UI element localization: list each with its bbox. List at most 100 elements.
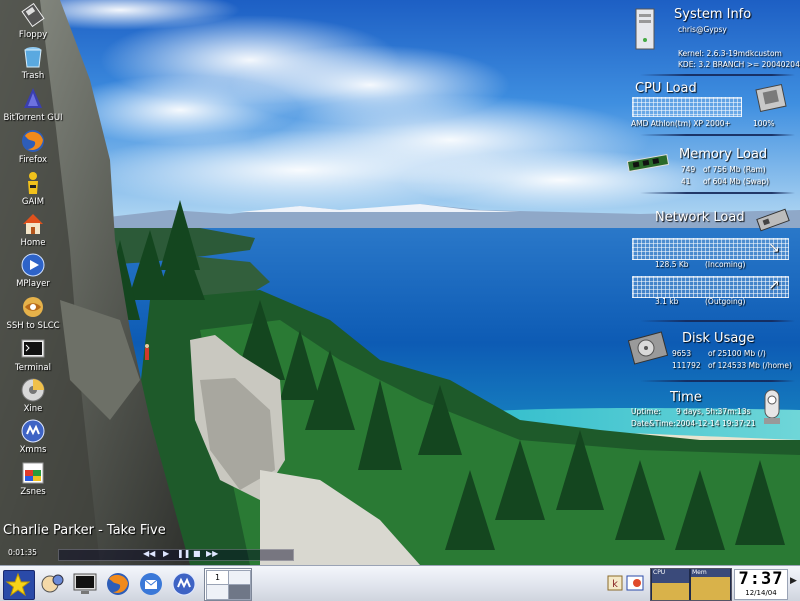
computer-tower-icon	[634, 8, 656, 54]
cpu-chip-icon	[754, 81, 788, 117]
desktop-icon-label: Home	[20, 238, 46, 248]
cpu-load-title: CPU Load	[635, 81, 697, 96]
tray-klipper-icon[interactable]: k	[606, 574, 624, 592]
stop-icon[interactable]: ■	[193, 549, 201, 558]
launcher-firefox[interactable]	[104, 570, 132, 598]
uptime-label: Uptime:	[631, 407, 661, 416]
root-used: 9653	[672, 349, 692, 358]
pager-desktop-4[interactable]	[228, 584, 251, 600]
desktop-icon-firefox[interactable]: Firefox	[2, 128, 64, 165]
desktop-icon-floppy[interactable]: Floppy	[2, 3, 64, 40]
svg-text:k: k	[612, 579, 618, 590]
network-load-panel: Network Load ↘ 128.5 Kb (Incoming) ↗ 3.1…	[626, 206, 800, 312]
desktop-icon-xine[interactable]: Xine	[2, 377, 64, 414]
zsnes-icon	[20, 460, 46, 486]
ram-total: of 756 Mb (Ram)	[703, 165, 766, 174]
clock-icon	[761, 388, 783, 432]
player-elapsed-time: 0:01:35	[8, 548, 37, 557]
user-host: chris@Gypsy	[678, 25, 727, 34]
launcher-thunderbird[interactable]	[137, 570, 165, 598]
desktop-icon-mplayer[interactable]: MPlayer	[2, 252, 64, 289]
terminal-icon	[20, 336, 46, 362]
home-used: 111792	[672, 361, 701, 370]
kernel-version: Kernel: 2.6.3-19mdkcustom	[678, 49, 782, 58]
disk-usage-panel: Disk Usage 9653 of 25100 Mb (/) 111792 o…	[626, 328, 800, 376]
launcher-terminal[interactable]	[71, 570, 99, 598]
desktop-icon-label: GAIM	[21, 197, 45, 207]
network-card-icon	[755, 208, 791, 236]
sysmon-mem-label: Mem	[692, 569, 707, 576]
xmms-icon	[20, 418, 46, 444]
clock-time: 7:37	[738, 569, 784, 589]
cpu-model: AMD Athlon(tm) XP 2000+	[631, 119, 731, 128]
desktop-icon-label: SSH to SLCC	[6, 321, 60, 331]
desktop-icon-ssh[interactable]: SSH to SLCC	[2, 294, 64, 331]
mplayer-icon	[20, 252, 46, 278]
star-icon	[5, 572, 31, 597]
desktop-icon-xmms[interactable]: Xmms	[2, 418, 64, 455]
tray-language-icon[interactable]	[625, 573, 645, 593]
pager-desktop-3[interactable]	[206, 584, 229, 600]
xine-icon	[20, 377, 46, 403]
taskbar-clock[interactable]: 7:37 12/14/04	[734, 569, 788, 600]
datetime-label: Date&Time:	[631, 419, 676, 428]
desktop-icon-label: Zsnes	[20, 487, 46, 497]
launcher-xmms[interactable]	[170, 570, 198, 598]
xmms-icon	[172, 572, 196, 596]
desktop-icon-bittorrent[interactable]: BitTorrent GUI	[2, 86, 64, 123]
arrow-up-right-icon: ↗	[768, 277, 780, 293]
swap-used: 41	[681, 177, 691, 186]
root-total: of 25100 Mb (/)	[708, 349, 766, 358]
uptime-value: 9 days, 5h:37m:13s	[676, 407, 751, 416]
thunderbird-icon	[140, 573, 162, 595]
datetime-value: 2004-12-14 19:37:21	[676, 419, 756, 428]
panel-separator	[640, 320, 795, 322]
sysmon-cpu-label: CPU	[653, 569, 666, 576]
system-monitor-applet[interactable]: CPU Mem	[650, 568, 732, 601]
panel-hide-arrow-icon[interactable]: ▶	[790, 576, 797, 586]
memory-load-title: Memory Load	[679, 147, 768, 162]
firefox-icon	[107, 573, 129, 595]
outgoing-label: (Outgoing)	[705, 297, 746, 306]
hard-disk-icon	[627, 331, 669, 369]
disk-usage-title: Disk Usage	[682, 331, 755, 346]
firefox-icon	[20, 128, 46, 154]
desktop-icon-trash[interactable]: Trash	[2, 44, 64, 81]
system-info-title: System Info	[674, 7, 752, 22]
desktop-icon-label: MPlayer	[16, 279, 50, 289]
taskbar: 1 k CPU Mem 7:37 12/14/04 ▶	[0, 565, 800, 601]
ram-used: 749	[681, 165, 696, 174]
desktop-icon-gaim[interactable]: GAIM	[2, 170, 64, 207]
system-info-panel: System Info chris@Gypsy Kernel: 2.6.3-19…	[628, 4, 800, 74]
desktop-icon-label: Trash	[21, 71, 45, 81]
next-track-icon[interactable]: ▶▶	[206, 549, 218, 558]
desktop-icon-label: Xine	[23, 404, 43, 414]
pause-icon[interactable]: ❚❚	[177, 549, 190, 558]
play-icon[interactable]: ▶	[163, 549, 169, 558]
time-title: Time	[670, 390, 702, 405]
floppy-icon	[20, 3, 46, 29]
desktop-icon-home[interactable]: Home	[2, 211, 64, 248]
cpu-load-graph	[632, 97, 742, 117]
arrow-down-right-icon: ↘	[768, 240, 780, 256]
previous-track-icon[interactable]: ◀◀	[143, 549, 155, 558]
cpu-load-panel: CPU Load AMD Athlon(tm) XP 2000+ 100%	[628, 78, 800, 134]
launcher-system-settings[interactable]	[38, 570, 66, 598]
control-center-icon	[41, 574, 64, 593]
desktop-icon-label: Floppy	[18, 30, 48, 40]
k-menu-button[interactable]	[3, 570, 35, 600]
bittorrent-icon	[20, 86, 46, 112]
desktop-icon-zsnes[interactable]: Zsnes	[2, 460, 64, 497]
player-progress-bar[interactable]	[58, 549, 294, 561]
panel-separator	[640, 74, 795, 76]
clock-date: 12/14/04	[745, 589, 777, 597]
desktop-icon-terminal[interactable]: Terminal	[2, 336, 64, 373]
monitor-icon	[73, 573, 97, 594]
panel-separator	[640, 380, 795, 382]
incoming-traffic-graph	[632, 238, 789, 260]
home-icon	[20, 211, 46, 237]
cpu-percent: 100%	[753, 119, 775, 128]
gaim-icon	[20, 170, 46, 196]
network-load-title: Network Load	[655, 210, 745, 225]
ssh-icon	[20, 294, 46, 320]
